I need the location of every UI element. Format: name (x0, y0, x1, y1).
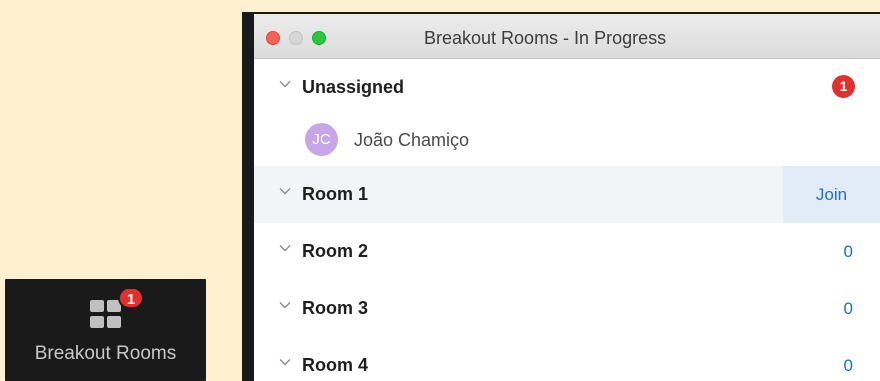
room-label: Room 2 (302, 241, 369, 261)
room-label: Room 3 (302, 298, 369, 318)
room-row-1[interactable]: Room 1 Join (254, 166, 880, 223)
participant-name: João Chamiço (354, 130, 470, 150)
close-window-button[interactable] (266, 31, 280, 45)
chevron-down-icon[interactable] (279, 185, 291, 197)
chevron-down-icon[interactable] (279, 242, 291, 254)
breakout-rooms-label: Breakout Rooms (34, 343, 177, 364)
unassigned-label: Unassigned (302, 77, 405, 97)
unassigned-group-row[interactable]: Unassigned 1 (254, 59, 880, 116)
room-participant-count: 0 (843, 242, 853, 261)
room-participant-count: 0 (843, 299, 853, 318)
room-row-2[interactable]: Room 2 0 (254, 223, 880, 280)
chevron-down-icon[interactable] (279, 299, 291, 311)
window-title: Breakout Rooms - In Progress (424, 28, 667, 48)
zoom-window-button[interactable] (312, 31, 326, 45)
room-participant-count: 0 (843, 356, 853, 375)
room-row-3[interactable]: Room 3 0 (254, 280, 880, 337)
window-titlebar: Breakout Rooms - In Progress (254, 14, 880, 59)
chevron-down-icon[interactable] (279, 78, 291, 90)
room-row-4[interactable]: Room 4 0 (254, 337, 880, 381)
notification-badge: 1 (118, 287, 144, 309)
avatar: JC (305, 123, 338, 156)
room-label: Room 4 (302, 355, 369, 375)
room-label: Room 1 (302, 184, 369, 204)
breakout-rooms-window: Breakout Rooms - In Progress Unassigned … (242, 12, 880, 381)
unassigned-count-badge: 1 (832, 75, 855, 98)
join-room-button[interactable]: Join (783, 166, 880, 223)
minimize-window-button[interactable] (289, 31, 303, 45)
breakout-rooms-toolbar-button[interactable]: 1 Breakout Rooms (5, 279, 206, 381)
participant-row[interactable]: JC João Chamiço (254, 116, 880, 166)
chevron-down-icon[interactable] (279, 356, 291, 368)
